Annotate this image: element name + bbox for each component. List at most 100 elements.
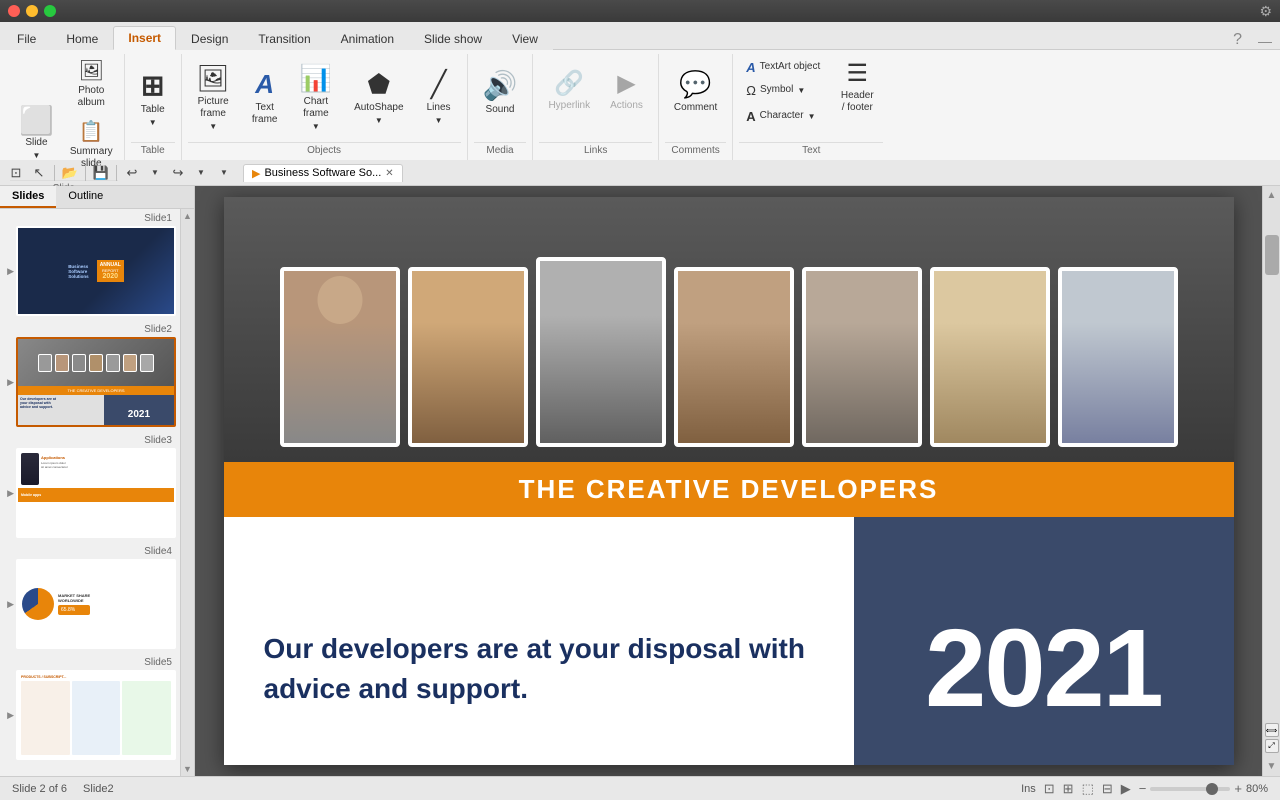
slide-number-5: Slide5: [144, 657, 176, 668]
ribbon-tabs: File Home Insert Design Transition Anima…: [0, 22, 1280, 50]
tab-file[interactable]: File: [2, 26, 51, 50]
redo-button[interactable]: ↪: [168, 163, 188, 183]
slide-number-4: Slide4: [144, 546, 176, 557]
summary-slide-icon: 📋: [79, 119, 104, 144]
orange-banner: THE CREATIVE DEVELOPERS: [224, 462, 1234, 517]
zoom-bar: − + 80%: [1139, 781, 1268, 796]
view-controls: ⟺ ⤢: [1263, 719, 1280, 757]
close-button[interactable]: [8, 5, 20, 17]
slide-1-nav: ▶: [7, 266, 14, 277]
slide-text-section: Our developers are at your disposal with…: [224, 517, 854, 765]
slide-info: Slide 2 of 6: [12, 783, 67, 795]
tab-animation[interactable]: Animation: [326, 26, 409, 50]
panel-scroll-down[interactable]: ▼: [181, 764, 194, 776]
table-button[interactable]: ⊞ Table ▼: [131, 64, 175, 136]
panel-scroll-up[interactable]: ▲: [181, 209, 194, 221]
slide-bottom: Our developers are at your disposal with…: [224, 517, 1234, 765]
status-bar: Slide 2 of 6 Slide2 Ins ⊡ ⊞ ⬚ ⊟ ▶ − + 80…: [0, 776, 1280, 800]
character-icon: A: [746, 109, 755, 124]
fit-page-btn[interactable]: ⤢: [1265, 739, 1279, 753]
text-frame-button[interactable]: A Text frame: [243, 64, 287, 136]
chart-frame-button[interactable]: 📊 Chart frame ▼: [291, 58, 341, 136]
photo-album-button[interactable]: 🖼 Photo album: [65, 54, 118, 113]
slideshow-icon[interactable]: ▶: [1121, 781, 1131, 797]
slide-3-nav: ▶: [7, 488, 14, 499]
zoom-slider[interactable]: [1150, 787, 1230, 791]
scroll-thumb[interactable]: [1265, 235, 1279, 275]
picture-frame-button[interactable]: 🖼 Picture frame ▼: [188, 58, 239, 136]
cursor-button[interactable]: ↖: [29, 163, 49, 183]
actions-button[interactable]: ▶ Actions: [601, 64, 652, 136]
tab-insert[interactable]: Insert: [113, 26, 176, 50]
lines-button[interactable]: ╱ Lines ▼: [417, 64, 461, 136]
slide-arrow: ▼: [32, 151, 40, 160]
minimize-button[interactable]: [26, 5, 38, 17]
photo-album-icon: 🖼: [79, 58, 104, 83]
save-button[interactable]: 💾: [91, 163, 111, 183]
open-button[interactable]: 📂: [60, 163, 80, 183]
doc-name: Business Software So...: [264, 167, 381, 179]
slide-number-2: Slide2: [144, 324, 176, 335]
slide-year-section: 2021: [854, 517, 1234, 765]
links-group-label: Links: [539, 142, 651, 158]
undo-button[interactable]: ↩: [122, 163, 142, 183]
zoom-thumb[interactable]: [1206, 783, 1218, 795]
ribbon-group-text: A TextArt object Ω Symbol ▼ A Character …: [733, 54, 889, 160]
slide-item-4[interactable]: Slide4 ▶ MARKET SHAREWORLDWIDE 65.8%: [4, 546, 176, 649]
slide-main-text: Our developers are at your disposal with…: [264, 629, 814, 707]
tab-home[interactable]: Home: [51, 26, 113, 50]
slide-item-2[interactable]: Slide2 ▶: [4, 324, 176, 427]
slide-item-1[interactable]: Slide1 ▶ BusinessSoftwareSolutions: [4, 213, 176, 316]
quick-access-toolbar: ⊡ ↖ 📂 💾 ↩ ▼ ↪ ▼ ▼ ▶ Business Software So…: [0, 160, 1280, 186]
symbol-button[interactable]: Ω Symbol ▼: [739, 79, 827, 101]
more-button[interactable]: ▼: [214, 163, 234, 183]
tab-outline[interactable]: Outline: [56, 186, 115, 208]
autoshape-icon: ⬟: [368, 69, 391, 100]
table-icon: ⊞: [141, 69, 164, 102]
person-card-6: [930, 267, 1050, 447]
slide-4-nav: ▶: [7, 599, 14, 610]
people-row: [224, 197, 1234, 462]
redo-dropdown[interactable]: ▼: [191, 163, 211, 183]
notes-view-icon[interactable]: ⬚: [1082, 781, 1094, 797]
tab-transition[interactable]: Transition: [243, 26, 325, 50]
autoshape-button[interactable]: ⬟ AutoShape ▼: [345, 64, 413, 136]
tab-view[interactable]: View: [497, 26, 553, 50]
symbol-icon: Ω: [746, 83, 756, 98]
reading-view-icon[interactable]: ⊟: [1102, 781, 1113, 797]
slide-item-5[interactable]: Slide5 ▶ PRODUCTS / SUBSCRIPT...: [4, 657, 176, 760]
table-group-label: Table: [131, 142, 175, 158]
tab-design[interactable]: Design: [176, 26, 243, 50]
hyperlink-button[interactable]: 🔗 Hyperlink: [539, 64, 599, 136]
scroll-up-btn[interactable]: ▲: [1263, 186, 1280, 205]
undo-dropdown[interactable]: ▼: [145, 163, 165, 183]
ribbon-group-comments: 💬 Comment Comments: [659, 54, 733, 160]
slide-icon: ⬜: [19, 107, 54, 135]
tab-slideshow[interactable]: Slide show: [409, 26, 497, 50]
header-footer-button[interactable]: ☰ Header / footer: [831, 54, 883, 126]
ins-mode: Ins: [1021, 783, 1036, 795]
character-button[interactable]: A Character ▼: [739, 105, 827, 127]
comment-icon: 💬: [679, 69, 711, 100]
doc-close[interactable]: ✕: [385, 168, 393, 179]
new-button[interactable]: ⊡: [6, 163, 26, 183]
slide-label: Slide2: [83, 783, 114, 795]
objects-group-label: Objects: [188, 142, 461, 158]
document-tab[interactable]: ▶ Business Software So... ✕: [243, 164, 403, 182]
comment-button[interactable]: 💬 Comment: [665, 64, 726, 136]
slide-panel-tabs: Slides Outline: [0, 186, 194, 209]
zoom-out-btn[interactable]: −: [1139, 781, 1147, 796]
scroll-down-btn[interactable]: ▼: [1263, 757, 1280, 776]
fit-width-btn[interactable]: ⟺: [1265, 723, 1279, 737]
textart-button[interactable]: A TextArt object: [739, 56, 827, 78]
tab-slides[interactable]: Slides: [0, 186, 56, 208]
ribbon-group-slide: ⬜ Slide ▼ 🖼 Photo album 📋 Summary slide …: [4, 54, 125, 160]
slide-sorter-icon[interactable]: ⊞: [1063, 781, 1074, 797]
normal-view-icon[interactable]: ⊡: [1044, 781, 1055, 797]
right-scrollbar[interactable]: ▲ ⟺ ⤢ ▼: [1262, 186, 1280, 776]
slide-item-3[interactable]: Slide3 ▶ Applications Lorem ipsum dolors…: [4, 435, 176, 538]
maximize-button[interactable]: [44, 5, 56, 17]
sound-button[interactable]: 🔊 Sound: [474, 64, 527, 136]
slide-canvas[interactable]: THE CREATIVE DEVELOPERS Our developers a…: [224, 197, 1234, 765]
zoom-in-btn[interactable]: +: [1234, 781, 1242, 796]
